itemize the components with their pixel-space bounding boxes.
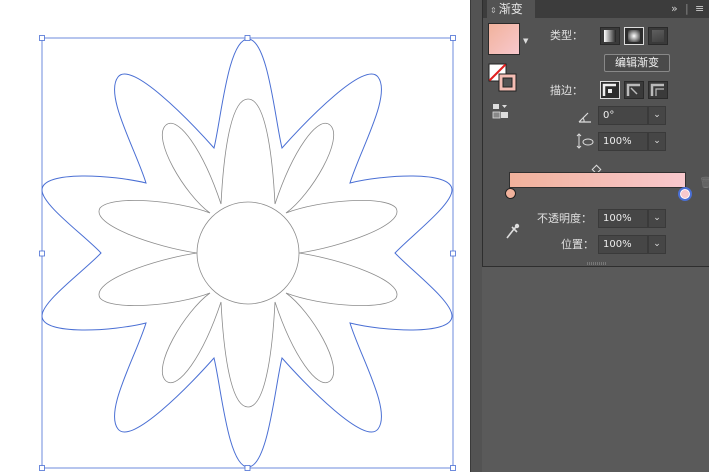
stroke-across-button[interactable]	[648, 81, 668, 99]
gradient-stop-right-selected[interactable]	[678, 187, 692, 201]
tab-gradient-label: 渐变	[498, 2, 523, 16]
fill-stroke-icon[interactable]	[488, 63, 518, 93]
double-chevron-right-icon[interactable]: »	[671, 0, 678, 18]
radial-gradient-button[interactable]	[624, 27, 644, 45]
handle-top-center[interactable]	[244, 35, 251, 41]
stroke-across-icon	[650, 83, 664, 96]
gradient-panel-dock: ⇕ 渐变 » | ≡ ▼ 类型： 编辑渐变 描边： 0° ⌄ 100% ⌄ 🗑 …	[470, 0, 709, 472]
inner-flower-shape[interactable]	[98, 98, 398, 408]
freeform-gradient-icon	[652, 30, 664, 42]
aspect-ratio-input[interactable]: 100%	[598, 132, 648, 151]
gradient-panel: ⇕ 渐变 » | ≡ ▼ 类型： 编辑渐变 描边： 0° ⌄ 100% ⌄ 🗑 …	[482, 0, 709, 267]
location-label: 位置：	[561, 238, 594, 251]
aspect-dropdown-chevron-down-icon[interactable]: ⌄	[648, 132, 666, 151]
stroke-within-button[interactable]	[600, 81, 620, 99]
swatch-dropdown-icon[interactable]: ▼	[523, 37, 528, 45]
opacity-label: 不透明度：	[537, 212, 592, 225]
handle-middle-left[interactable]	[39, 250, 45, 257]
flower-artwork[interactable]	[0, 0, 470, 472]
tabbar-divider: |	[685, 2, 689, 15]
gradient-slider-bar[interactable]	[509, 172, 686, 188]
panel-resize-grip[interactable]	[587, 262, 607, 265]
hamburger-menu-icon[interactable]: ≡	[695, 0, 704, 18]
angle-icon	[578, 108, 592, 123]
aspect-ratio-icon	[576, 133, 594, 149]
radial-gradient-icon	[628, 30, 640, 42]
angle-dropdown-chevron-down-icon[interactable]: ⌄	[648, 106, 666, 125]
handle-bottom-left[interactable]	[39, 465, 45, 471]
stroke-along-icon	[626, 83, 640, 96]
panel-dock-empty-area	[482, 267, 709, 472]
stroke-along-button[interactable]	[624, 81, 644, 99]
linear-gradient-button[interactable]	[600, 27, 620, 45]
handle-middle-right[interactable]	[450, 250, 456, 257]
delete-stop-trash-icon[interactable]: 🗑	[699, 176, 709, 189]
gradient-stop-left[interactable]	[505, 188, 516, 199]
handle-top-left[interactable]	[39, 35, 45, 41]
location-input[interactable]: 100%	[598, 235, 648, 254]
handle-bottom-center[interactable]	[244, 465, 251, 471]
gradient-preview-swatch[interactable]	[488, 23, 520, 55]
freeform-gradient-button[interactable]	[648, 27, 668, 45]
stroke-within-icon	[602, 83, 616, 96]
eyedropper-icon[interactable]	[505, 222, 521, 240]
panel-tabbar: ⇕ 渐变 » | ≡	[483, 0, 709, 18]
selection-bounding-box	[41, 37, 454, 469]
center-circle[interactable]	[196, 201, 300, 305]
reverse-gradient-icon[interactable]	[492, 103, 510, 119]
linear-gradient-icon	[604, 30, 616, 42]
collapse-arrows-icon[interactable]: ⇕	[490, 6, 497, 15]
location-dropdown-chevron-down-icon[interactable]: ⌄	[648, 235, 666, 254]
opacity-dropdown-chevron-down-icon[interactable]: ⌄	[648, 209, 666, 228]
handle-top-right[interactable]	[450, 35, 456, 41]
handle-bottom-right[interactable]	[450, 465, 456, 471]
tab-gradient[interactable]: ⇕ 渐变	[487, 0, 535, 18]
opacity-input[interactable]: 100%	[598, 209, 648, 228]
type-label: 类型：	[550, 29, 583, 42]
edit-gradient-button[interactable]: 编辑渐变	[604, 54, 670, 72]
outer-star-shape[interactable]	[41, 38, 453, 468]
angle-input[interactable]: 0°	[598, 106, 648, 125]
stroke-label: 描边：	[550, 84, 583, 97]
artboard-canvas[interactable]	[0, 0, 470, 472]
